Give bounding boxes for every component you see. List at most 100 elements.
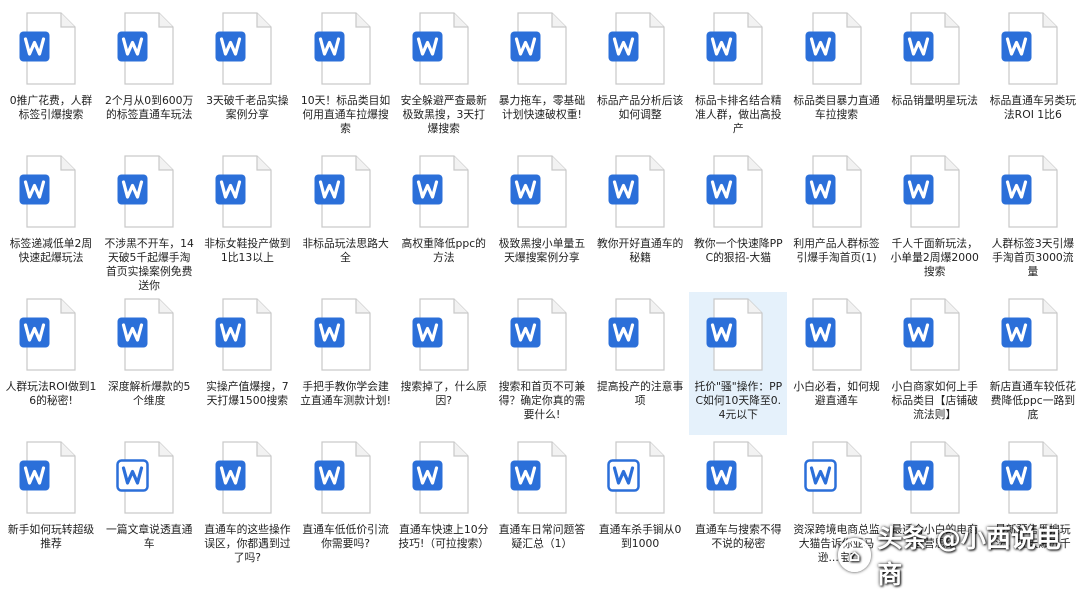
file-item[interactable]: 非标女鞋投产做到1比13以上 (198, 149, 296, 292)
word-doc-icon (115, 298, 175, 372)
word-doc-icon (901, 155, 961, 229)
file-item[interactable]: 提高投产的注意事项 (591, 292, 689, 435)
file-name-label: 安全躲避严查最新极致黑搜，3天打爆搜索 (400, 94, 487, 135)
file-item[interactable]: 直通车快速上10分技巧!（可拉搜索） (395, 435, 493, 578)
file-name-label: 提高投产的注意事项 (596, 380, 684, 407)
file-item[interactable]: 10天！标品类目如何用直通车拉爆搜索 (297, 6, 395, 149)
file-name-label: 标品类目暴力直通车拉搜索 (793, 94, 880, 121)
word-doc-icon (213, 441, 273, 515)
word-doc-icon (606, 12, 666, 86)
file-name-label: 直通车的这些操作误区，你都遇到过了吗? (204, 523, 291, 564)
file-item[interactable]: 直通车的这些操作误区，你都遇到过了吗? (198, 435, 296, 578)
file-item[interactable]: 标签递减低单2周快速起爆玩法 (2, 149, 100, 292)
file-item[interactable]: 利用产品人群标签引爆手淘首页(1) (788, 149, 886, 292)
file-name-label: 标品销量明星玩法 (891, 94, 978, 107)
file-item[interactable]: 直通车日常问题答疑汇总（1） (493, 435, 591, 578)
file-name-label: 人群玩法ROI做到16的秘密! (5, 380, 97, 407)
word-doc-icon (312, 155, 372, 229)
file-item[interactable]: 人群玩法ROI做到16的秘密! (2, 292, 100, 435)
word-doc-outline-icon (803, 441, 863, 515)
file-item[interactable]: 0推广花费，人群标签引爆搜索 (2, 6, 100, 149)
file-name-label: 人群标签3天引爆手淘首页3000流量 (991, 237, 1075, 278)
word-doc-icon (901, 298, 961, 372)
word-doc-icon (803, 155, 863, 229)
file-name-label: 标签递减低单2周快速起爆玩法 (9, 237, 93, 264)
file-item[interactable]: 3天破千老品实操案例分享 (198, 6, 296, 149)
file-item[interactable]: 不涉黑不开车，14天破5千起爆手淘首页实操案例免费送你 (100, 149, 198, 292)
file-item[interactable]: 高权重降低ppc的方法 (395, 149, 493, 292)
file-name-label: 非标品玩法思路大全 (302, 237, 389, 264)
file-name-label: 标品产品分析后该如何调整 (596, 94, 684, 121)
word-doc-icon (213, 155, 273, 229)
word-doc-icon (213, 12, 273, 86)
word-doc-icon (508, 441, 568, 515)
file-name-label: 一篇文章说透直通车 (106, 523, 193, 550)
word-doc-icon (115, 12, 175, 86)
word-doc-icon (17, 155, 77, 229)
file-item[interactable]: 非标品玩法思路大全 (297, 149, 395, 292)
file-item[interactable]: 标品销量明星玩法 (886, 6, 984, 149)
file-name-label: 暴力拖车，零基础计划快速破权重! (498, 94, 586, 121)
file-item[interactable]: 搜索掉了，什么原因? (395, 292, 493, 435)
word-doc-outline-icon (606, 441, 666, 515)
watermark: ⌂ 头条 @小西说电商 (838, 524, 1080, 589)
word-doc-icon (508, 155, 568, 229)
file-name-label: 直通车快速上10分技巧!（可拉搜索） (398, 523, 490, 550)
file-item[interactable]: 一篇文章说透直通车 (100, 435, 198, 578)
file-name-label: 小白商家如何上手标品类目【店铺破流法则】 (891, 380, 978, 421)
word-doc-icon (17, 441, 77, 515)
file-name-label: 直通车低低价引流你需要吗? (302, 523, 389, 550)
file-name-label: 教你一个快速降PPC的狠招-大猫 (694, 237, 783, 264)
file-item[interactable]: 2个月从0到600万的标签直通车玩法 (100, 6, 198, 149)
file-item[interactable]: 直通车低低价引流你需要吗? (297, 435, 395, 578)
watermark-text: 头条 @小西说电商 (877, 524, 1061, 589)
file-name-label: 小白必看，如何规避直通车 (793, 380, 880, 407)
file-name-label: 新店直通车较低花费降低ppc一路到底 (989, 380, 1077, 421)
file-item[interactable]: 暴力拖车，零基础计划快速破权重! (493, 6, 591, 149)
file-item[interactable]: 新店直通车较低花费降低ppc一路到底 (984, 292, 1080, 435)
file-name-label: 标品卡排名结合精准人群，做出高投产 (695, 94, 782, 135)
file-item[interactable]: 小白必看，如何规避直通车 (788, 292, 886, 435)
file-item[interactable]: 直通车与搜索不得不说的秘密 (689, 435, 787, 578)
word-doc-icon (606, 298, 666, 372)
word-doc-icon (999, 441, 1059, 515)
file-item[interactable]: 托价"骚"操作：PPC如何10天降至0.4元以下 (689, 292, 788, 435)
file-item[interactable]: 极致黑搜小单量五天爆搜案例分享 (493, 149, 591, 292)
file-item[interactable]: 小白商家如何上手标品类目【店铺破流法则】 (886, 292, 984, 435)
word-doc-icon (803, 298, 863, 372)
file-name-label: 新手如何玩转超级推荐 (7, 523, 95, 550)
file-item[interactable]: 安全躲避严查最新极致黑搜，3天打爆搜索 (395, 6, 493, 149)
file-item[interactable]: 标品产品分析后该如何调整 (591, 6, 689, 149)
file-name-label: 0推广花费，人群标签引爆搜索 (9, 94, 93, 121)
word-doc-icon (704, 298, 764, 372)
file-name-label: 2个月从0到600万的标签直通车玩法 (105, 94, 194, 121)
word-doc-icon (312, 12, 372, 86)
file-name-label: 直通车日常问题答疑汇总（1） (498, 523, 586, 550)
word-doc-icon (704, 12, 764, 86)
file-name-label: 3天破千老品实操案例分享 (206, 94, 289, 121)
word-doc-icon (508, 12, 568, 86)
word-doc-icon (213, 298, 273, 372)
file-name-label: 直通车与搜索不得不说的秘密 (695, 523, 782, 550)
file-item[interactable]: 实操产值爆搜，7天打爆1500搜索 (198, 292, 296, 435)
file-item[interactable]: 搜索和首页不可兼得？确定你真的需要什么! (493, 292, 591, 435)
file-item[interactable]: 标品直通车另类玩法ROI 1比6 (984, 6, 1080, 149)
file-item[interactable]: 标品卡排名结合精准人群，做出高投产 (689, 6, 787, 149)
file-item[interactable]: 教你开好直通车的秘籍 (591, 149, 689, 292)
file-item[interactable]: 直通车杀手锏从0到1000 (591, 435, 689, 578)
file-name-label: 10天！标品类目如何用直通车拉爆搜索 (300, 94, 391, 135)
file-item[interactable]: 人群标签3天引爆手淘首页3000流量 (984, 149, 1080, 292)
file-item[interactable]: 标品类目暴力直通车拉搜索 (788, 6, 886, 149)
word-doc-icon (999, 155, 1059, 229)
file-item[interactable]: 新手如何玩转超级推荐 (2, 435, 100, 578)
word-doc-icon (410, 298, 470, 372)
file-item[interactable]: 手把手教你学会建立直通车测款计划! (297, 292, 395, 435)
word-doc-icon (17, 298, 77, 372)
word-doc-icon (115, 155, 175, 229)
file-item[interactable]: 深度解析爆款的5个维度 (100, 292, 198, 435)
word-doc-icon (508, 298, 568, 372)
file-item[interactable]: 教你一个快速降PPC的狠招-大猫 (689, 149, 787, 292)
file-name-label: 千人千面新玩法，小单量2周爆2000搜索 (890, 237, 979, 278)
file-item[interactable]: 千人千面新玩法，小单量2周爆2000搜索 (886, 149, 984, 292)
word-doc-icon (17, 12, 77, 86)
